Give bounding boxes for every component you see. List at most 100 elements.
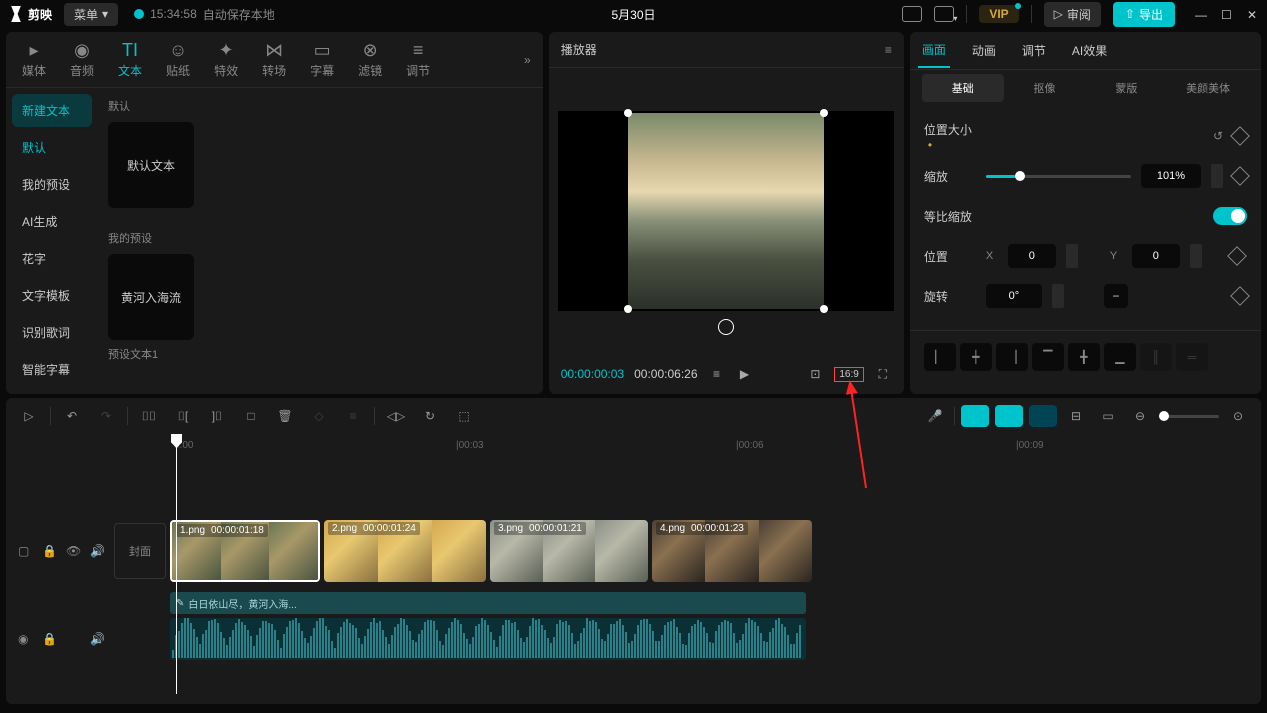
resize-handle-bl[interactable] xyxy=(624,305,632,313)
crop-button[interactable]: ⬚ xyxy=(451,403,477,429)
align-center-v-button[interactable]: ╋ xyxy=(1068,343,1100,371)
track-toggle-icon[interactable]: ▢ xyxy=(18,544,32,558)
preset-item-1[interactable]: 黄河入海流 xyxy=(108,254,194,340)
keyframe-rotation-button[interactable] xyxy=(1230,286,1250,306)
delete-button[interactable]: 🗑 xyxy=(272,403,298,429)
resize-handle-tr[interactable] xyxy=(820,109,828,117)
tool-f[interactable]: ≡ xyxy=(340,403,366,429)
props-tab-ai[interactable]: AI效果 xyxy=(1068,34,1111,67)
sidebar-fancy[interactable]: 花字 xyxy=(12,242,92,275)
aspect-ratio-button[interactable]: 16:9 xyxy=(834,367,863,382)
mic-button[interactable]: 🎤 xyxy=(922,403,948,429)
ai-button-2[interactable] xyxy=(995,405,1023,427)
clip-1[interactable]: 1.png00:00:01:18 xyxy=(170,520,320,582)
subtab-cutout[interactable]: 抠像 xyxy=(1004,74,1086,102)
snap-button[interactable]: ⊟ xyxy=(1063,403,1089,429)
cover-button[interactable]: 封面 xyxy=(114,523,166,579)
track-mute-icon[interactable]: 🔊 xyxy=(90,544,104,558)
clip-3[interactable]: 3.png00:00:01:21 xyxy=(490,520,648,582)
resize-handle-tl[interactable] xyxy=(624,109,632,117)
tab-subtitle[interactable]: ▭字幕 xyxy=(298,34,346,85)
preset-default-text[interactable]: 默认文本 xyxy=(108,122,194,208)
sidebar-template[interactable]: 文字模板 xyxy=(12,279,92,312)
select-tool[interactable]: ▷ xyxy=(16,403,42,429)
preview-button[interactable]: ▭ xyxy=(1095,403,1121,429)
subtab-mask[interactable]: 蒙版 xyxy=(1085,74,1167,102)
text-clip[interactable]: ✎ 白日依山尽，黄河入海... xyxy=(170,592,806,614)
resize-handle-br[interactable] xyxy=(820,305,828,313)
timeline-ruler[interactable]: 0:00 |00:03 |00:06 |00:09 xyxy=(6,434,1261,456)
track-visible-icon[interactable]: 👁 xyxy=(66,544,80,558)
tab-effect[interactable]: ✦特效 xyxy=(202,34,250,85)
tab-audio[interactable]: ◉音频 xyxy=(58,34,106,85)
sidebar-new-text[interactable]: 新建文本 xyxy=(12,94,92,127)
flip-button[interactable]: − xyxy=(1104,284,1128,308)
track-lock-icon[interactable]: 🔒 xyxy=(42,544,56,558)
scale-stepper[interactable] xyxy=(1211,164,1223,188)
project-title[interactable]: 5月30日 xyxy=(611,6,655,23)
keyframe-position-xy-button[interactable] xyxy=(1227,246,1247,266)
scale-fit-button[interactable]: ⊡ xyxy=(806,365,824,383)
align-left-button[interactable]: ▏ xyxy=(924,343,956,371)
play-button[interactable]: ▶ xyxy=(736,365,754,383)
tabs-more-button[interactable]: » xyxy=(516,53,539,67)
fullscreen-button[interactable]: ⛶ xyxy=(874,365,892,383)
align-center-h-button[interactable]: ┿ xyxy=(960,343,992,371)
audio-clip[interactable] xyxy=(170,618,806,660)
zoom-slider[interactable] xyxy=(1159,415,1219,418)
zoom-fit-button[interactable]: ⊙ xyxy=(1225,403,1251,429)
undo-button[interactable]: ↶ xyxy=(59,403,85,429)
export-button[interactable]: ⇧导出 xyxy=(1113,2,1175,27)
rotation-stepper[interactable] xyxy=(1052,284,1064,308)
sidebar-smart-sub[interactable]: 智能字幕 xyxy=(12,353,92,386)
props-tab-anim[interactable]: 动画 xyxy=(968,34,1000,67)
maximize-button[interactable]: ☐ xyxy=(1221,8,1233,20)
keyboard-icon[interactable] xyxy=(902,6,922,22)
delete-right-button[interactable]: ]⌷ xyxy=(204,403,230,429)
tab-text[interactable]: TI文本 xyxy=(106,34,154,85)
props-tab-picture[interactable]: 画面 xyxy=(918,33,950,68)
scale-slider[interactable] xyxy=(986,175,1131,178)
position-x-input[interactable] xyxy=(1008,244,1056,268)
subtab-beauty[interactable]: 美颜美体 xyxy=(1167,74,1249,102)
player-menu-button[interactable]: ≡ xyxy=(885,43,892,57)
minimize-button[interactable]: — xyxy=(1195,8,1207,20)
sidebar-default[interactable]: 默认 xyxy=(12,131,92,164)
ai-button-3[interactable] xyxy=(1029,405,1057,427)
align-bottom-button[interactable]: ▁ xyxy=(1104,343,1136,371)
sidebar-my-preset[interactable]: 我的预设 xyxy=(12,168,92,201)
tab-transition[interactable]: ⋈转场 xyxy=(250,34,298,85)
aspect-lock-toggle[interactable] xyxy=(1213,207,1247,225)
sidebar-ai-gen[interactable]: AI生成 xyxy=(12,205,92,238)
vip-badge[interactable]: VIP xyxy=(979,5,1018,23)
audio-track-mute-icon[interactable]: 🔊 xyxy=(90,632,104,646)
square-button[interactable]: □ xyxy=(238,403,264,429)
layout-icon[interactable]: ▾ xyxy=(934,6,954,22)
rotation-input[interactable] xyxy=(986,284,1042,308)
clip-4[interactable]: 4.png00:00:01:23 xyxy=(652,520,812,582)
tab-adjust[interactable]: ≡调节 xyxy=(394,34,442,85)
position-y-input[interactable] xyxy=(1132,244,1180,268)
close-button[interactable]: ✕ xyxy=(1247,8,1259,20)
delete-left-button[interactable]: ⌷[ xyxy=(170,403,196,429)
keyframe-scale-button[interactable] xyxy=(1230,166,1250,186)
pos-x-stepper[interactable] xyxy=(1066,244,1078,268)
clip-2[interactable]: 2.png00:00:01:24 xyxy=(324,520,486,582)
reset-position-button[interactable]: ↺ xyxy=(1213,129,1223,143)
ai-button-1[interactable] xyxy=(961,405,989,427)
player-canvas[interactable] xyxy=(558,111,894,311)
zoom-out-button[interactable]: ⊖ xyxy=(1127,403,1153,429)
review-button[interactable]: ▷审阅 xyxy=(1044,2,1101,27)
canvas-image[interactable] xyxy=(628,113,824,309)
tab-sticker[interactable]: ☺贴纸 xyxy=(154,34,202,85)
pos-y-stepper[interactable] xyxy=(1190,244,1202,268)
rotate-button[interactable]: ↻ xyxy=(417,403,443,429)
tab-filter[interactable]: ⊗滤镜 xyxy=(346,34,394,85)
align-top-button[interactable]: ▔ xyxy=(1032,343,1064,371)
prev-frame-button[interactable]: ≡ xyxy=(708,365,726,383)
audio-track-toggle-icon[interactable]: ◉ xyxy=(18,632,32,646)
tool-e[interactable]: ◇ xyxy=(306,403,332,429)
align-right-button[interactable]: ▕ xyxy=(996,343,1028,371)
split-button[interactable]: ⌷⌷ xyxy=(136,403,162,429)
mirror-h-button[interactable]: ◁▷ xyxy=(383,403,409,429)
